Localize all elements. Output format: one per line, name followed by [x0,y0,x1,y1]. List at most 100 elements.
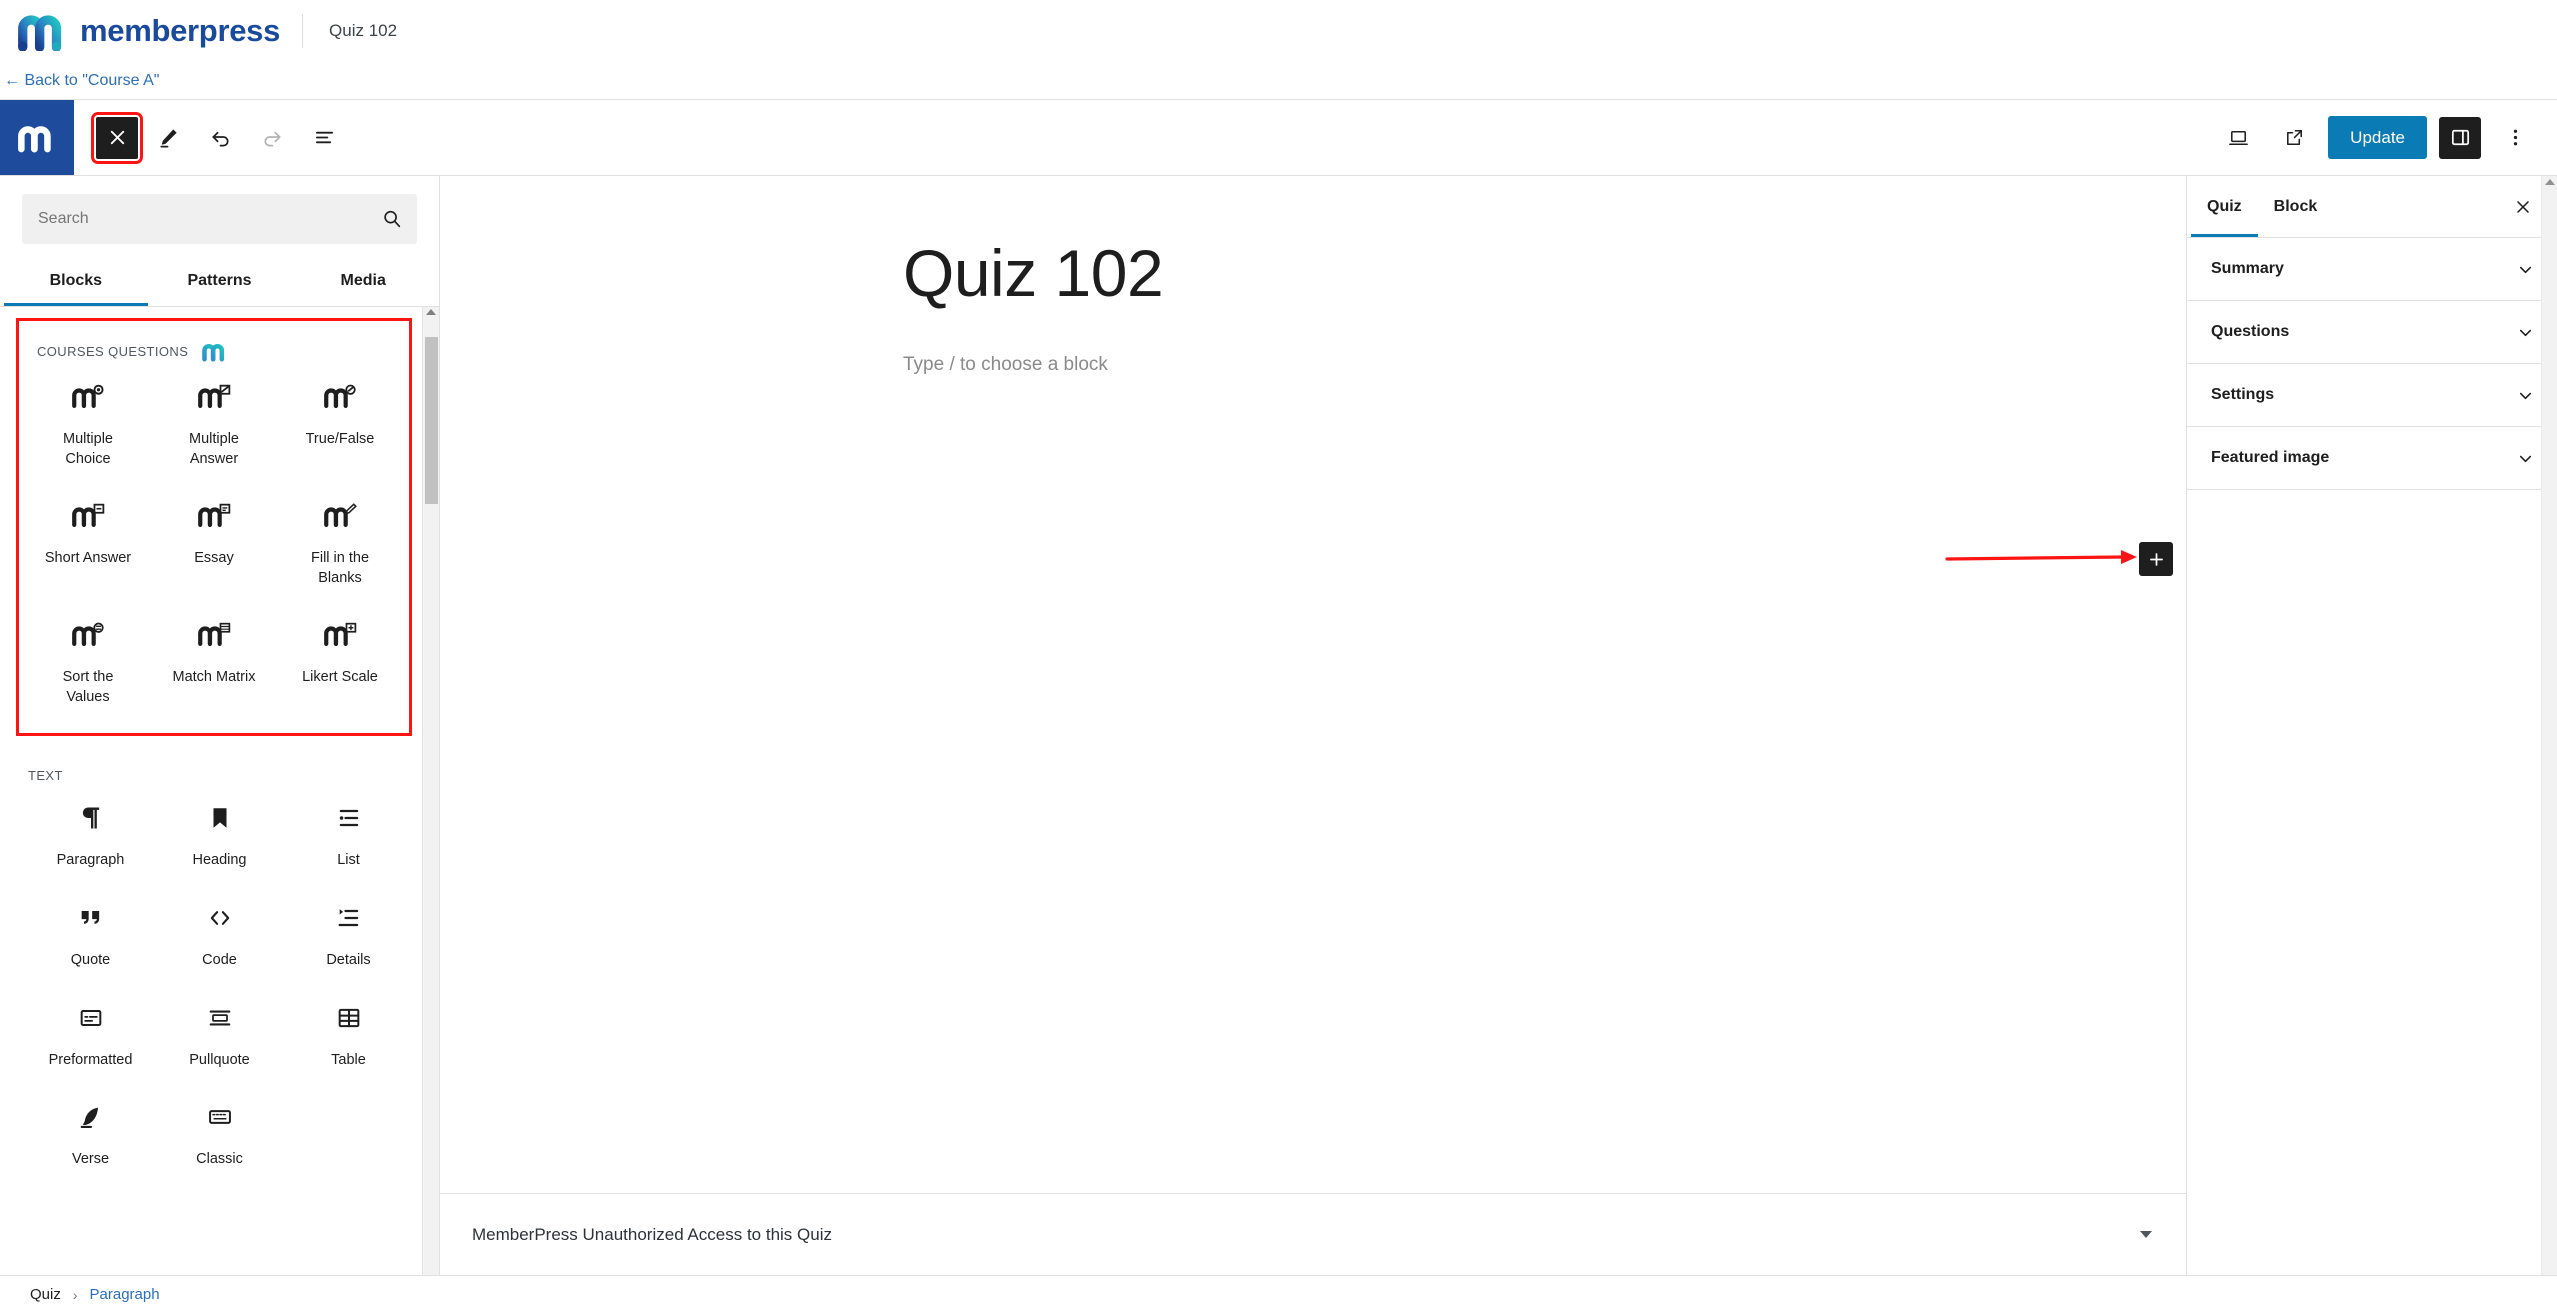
memberpress-mini-logo-icon [202,344,225,362]
topbar-divider [302,14,304,48]
preview-device-button[interactable] [2216,116,2260,160]
unauthorized-access-bar[interactable]: MemberPress Unauthorized Access to this … [440,1193,2186,1275]
block-table[interactable]: Table [284,987,413,1081]
redo-icon [263,131,281,147]
block-label: True/False [305,431,375,447]
block-essay[interactable]: Essay [151,485,277,598]
settings-tabs: Quiz Block [2187,176,2557,238]
mp-fill-in-the-blanks-icon [323,501,357,531]
mp-multiple-choice-icon [71,382,105,412]
redo-button[interactable] [250,116,294,160]
chevron-down-icon [2519,392,2532,399]
chevron-down-icon [2519,266,2532,273]
paragraph-icon [77,803,105,833]
update-button[interactable]: Update [2328,116,2427,159]
block-paragraph[interactable]: Paragraph [26,787,155,881]
breadcrumb-separator-icon: › [72,1286,78,1303]
close-settings-button[interactable] [2505,189,2541,225]
tab-patterns[interactable]: Patterns [148,258,292,306]
block-fill-in-the-blanks[interactable]: Fill in the Blanks [277,485,403,598]
mp-likert-scale-icon [323,620,357,650]
search-input[interactable] [22,194,417,244]
panel-settings[interactable]: Settings [2187,364,2557,427]
mp-short-answer-icon [71,501,105,531]
courses-questions-section: COURSES QUESTIONS Multiple Choice Multip… [16,318,412,737]
document-overview-button[interactable] [302,116,346,160]
empty-paragraph-placeholder[interactable]: Type / to choose a block [440,354,2186,376]
search-field-container [22,194,417,244]
block-classic[interactable]: Classic [155,1086,284,1180]
block-quote[interactable]: Quote [26,887,155,981]
editor-header-right-tools: Update [2216,100,2557,175]
settings-sidebar-toggle[interactable] [2439,116,2481,159]
breadcrumb-item-quiz[interactable]: Quiz [30,1286,61,1303]
add-block-button[interactable] [2139,542,2173,576]
block-label: Short Answer [44,550,132,567]
breadcrumb: Quiz › Paragraph [0,1275,2557,1313]
chevron-down-icon [2519,329,2532,336]
tab-media[interactable]: Media [291,258,435,306]
block-sort-the-values[interactable]: Sort the Values [25,604,151,717]
block-preformatted[interactable]: Preformatted [26,987,155,1081]
more-options-button[interactable] [2493,116,2537,160]
caret-down-icon[interactable] [2140,1231,2152,1238]
inserter-scrollbar[interactable] [422,307,439,1275]
mp-essay-icon [197,501,231,531]
block-code[interactable]: Code [155,887,284,981]
text-block-grid: Paragraph Heading List Quote Code Detail… [26,787,413,1179]
memberpress-logo-mark [18,15,62,51]
inserter-scroll-region: COURSES QUESTIONS Multiple Choice Multip… [0,307,439,1275]
block-label: Heading [192,852,247,869]
block-label: Match Matrix [172,669,256,686]
panel-summary[interactable]: Summary [2187,238,2557,301]
tab-block[interactable]: Block [2258,178,2334,237]
inserter-search-wrap [0,176,439,252]
block-label: Sort the Values [62,669,114,705]
document-overview-icon [315,131,333,144]
block-likert-scale[interactable]: Likert Scale [277,604,403,717]
block-details[interactable]: Details [284,887,413,981]
post-title[interactable]: Quiz 102 [440,236,2186,312]
block-verse[interactable]: Verse [26,1086,155,1180]
mp-multiple-answer-icon [197,382,231,412]
editor-logo-button[interactable] [0,100,74,175]
block-label: Essay [194,550,234,567]
external-link-icon [2286,130,2302,145]
back-to-course-link[interactable]: ← Back to "Course A" [4,72,159,90]
memberpress-logo[interactable]: memberpress [16,11,280,51]
block-multiple-answer[interactable]: Multiple Answer [151,366,277,479]
desktop-preview-icon [2228,130,2248,145]
close-editor-button[interactable] [91,111,143,164]
edit-tools-button[interactable] [146,116,190,160]
panel-featured-image[interactable]: Featured image [2187,427,2557,490]
block-short-answer[interactable]: Short Answer [25,485,151,598]
mp-match-matrix-icon [197,620,231,650]
block-true-false[interactable]: True/False [277,366,403,479]
block-match-matrix[interactable]: Match Matrix [151,604,277,717]
search-icon [384,210,401,228]
breadcrumb-item-paragraph[interactable]: Paragraph [90,1286,160,1303]
block-heading[interactable]: Heading [155,787,284,881]
view-post-button[interactable] [2272,116,2316,160]
block-list[interactable]: List [284,787,413,881]
scroll-up-arrow-icon[interactable] [2544,179,2555,185]
tab-quiz[interactable]: Quiz [2191,178,2258,237]
tab-blocks[interactable]: Blocks [4,258,148,306]
editor-canvas[interactable]: Quiz 102 Type / to choose a block [440,176,2186,1193]
block-label: Preformatted [48,1051,133,1068]
scroll-up-arrow-icon[interactable] [426,309,436,315]
pullquote-icon [206,1003,234,1033]
block-label: Details [326,951,371,968]
undo-icon [211,131,229,147]
unauthorized-access-label: MemberPress Unauthorized Access to this … [472,1224,832,1244]
scrollbar-thumb[interactable] [425,337,438,504]
block-multiple-choice[interactable]: Multiple Choice [25,366,151,479]
mp-true-false-icon [323,382,357,412]
settings-scrollbar[interactable] [2541,176,2557,1275]
undo-button[interactable] [198,116,242,160]
block-pullquote[interactable]: Pullquote [155,987,284,1081]
panel-questions[interactable]: Questions [2187,301,2557,364]
close-icon [110,130,124,145]
panel-title: Featured image [2211,449,2330,466]
back-row: ← Back to "Course A" [0,62,2557,100]
